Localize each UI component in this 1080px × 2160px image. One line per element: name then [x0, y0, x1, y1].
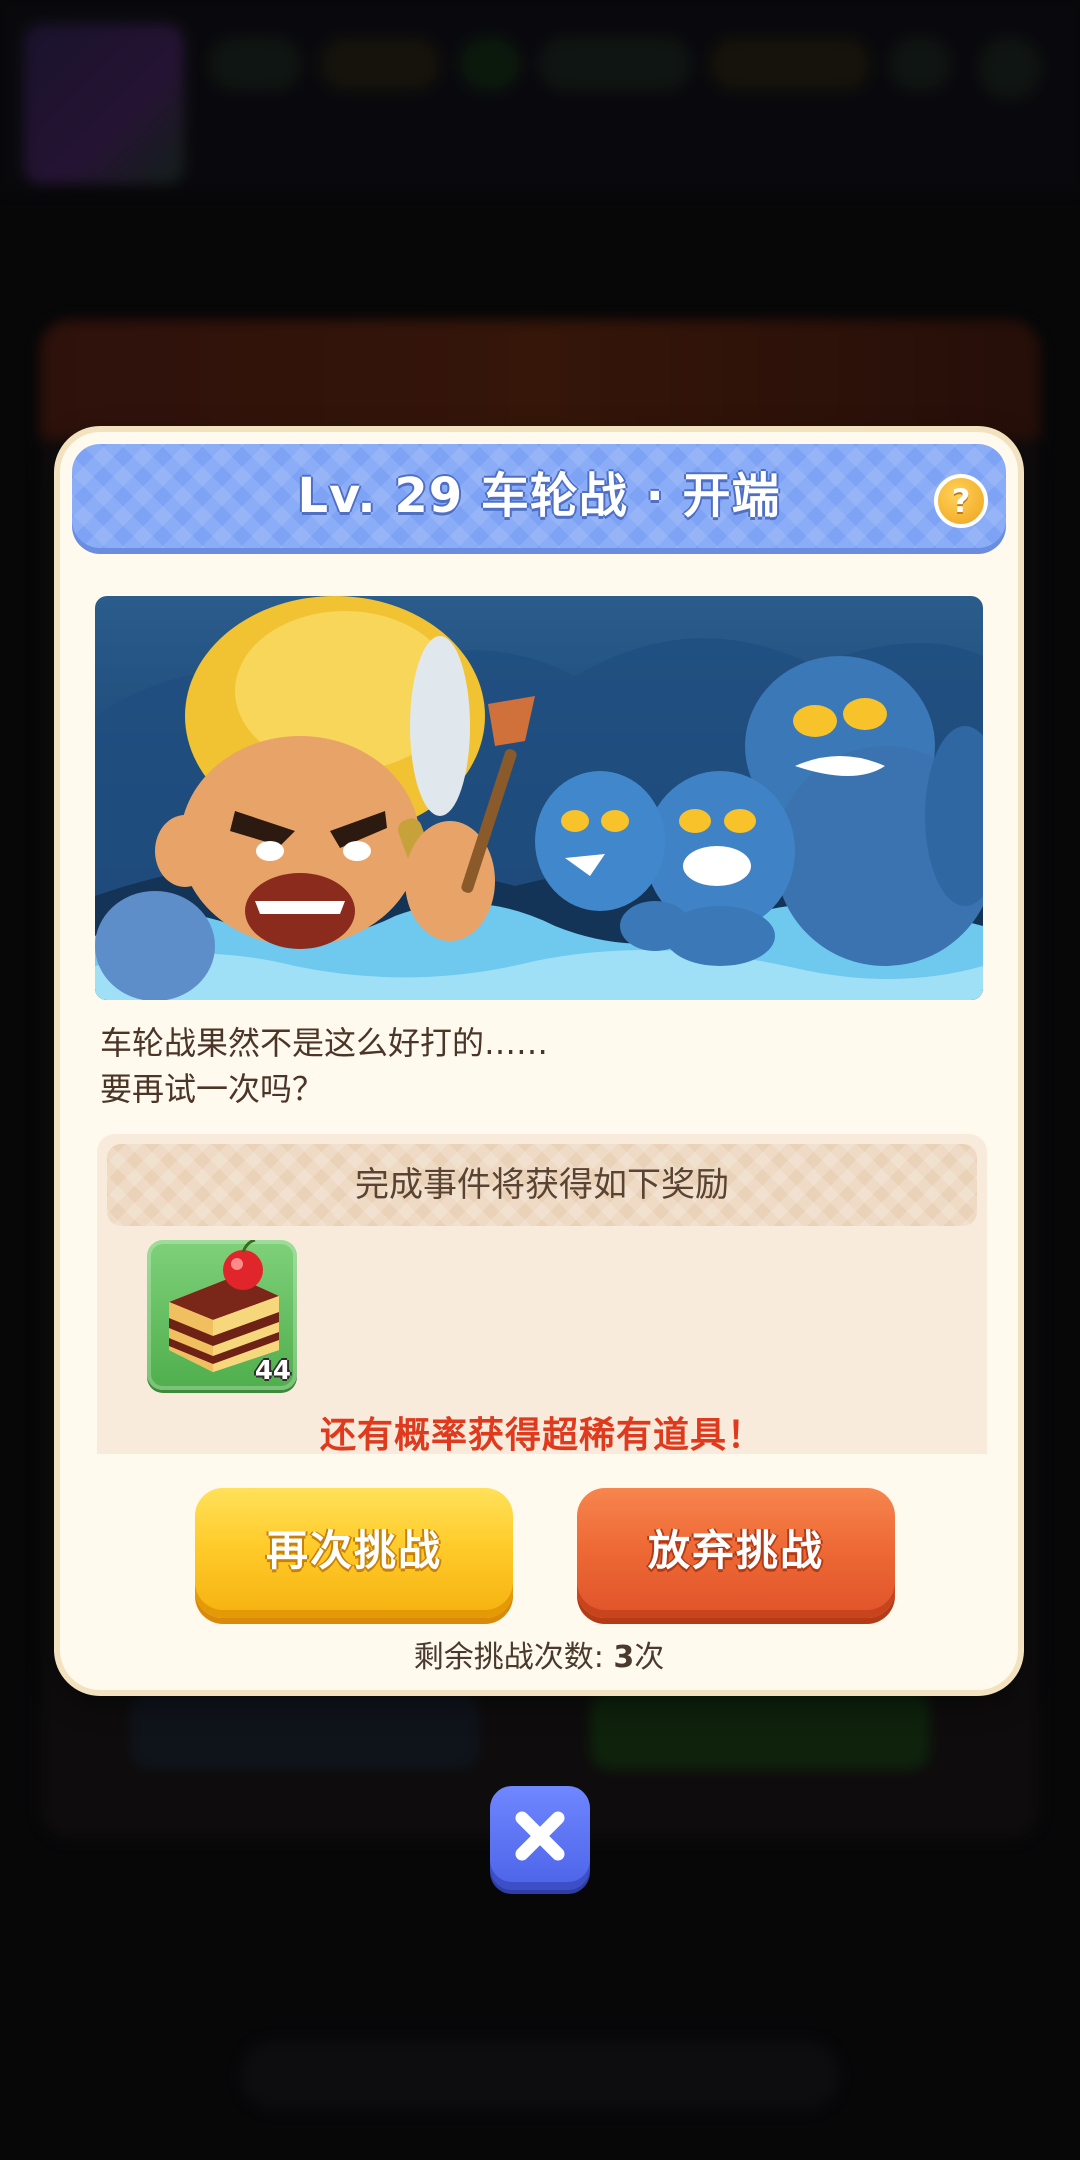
retry-challenge-button[interactable]: 再次挑战 [195, 1488, 513, 1618]
close-x-icon [515, 1811, 565, 1861]
rare-item-note: 还有概率获得超稀有道具！ [319, 1415, 764, 1456]
event-banner-image [95, 596, 983, 1000]
give-up-challenge-button[interactable]: 放弃挑战 [577, 1488, 895, 1618]
story-text: 车轮战果然不是这么好打的…… 要再试一次吗？ [100, 1020, 970, 1112]
reward-heading: 完成事件将获得如下奖励 [107, 1144, 977, 1226]
remaining-count: 3 [613, 1640, 635, 1675]
dialog-title: Lv. 29 车轮战 · 开端 [297, 468, 781, 524]
reward-item-slot[interactable]: 44 [147, 1240, 297, 1390]
dialog-header: Lv. 29 车轮战 · 开端 ? [72, 444, 1006, 554]
remaining-unit: 次 [634, 1640, 665, 1675]
retry-challenge-dialog: Lv. 29 车轮战 · 开端 ? 车轮战果然不是这么好打的…… 要再试一次吗？… [60, 432, 1018, 1690]
story-line: 要再试一次吗？ [100, 1070, 325, 1108]
remaining-attempts: 剩余挑战次数: 3次 [60, 1632, 1018, 1676]
question-mark-icon[interactable]: ? [934, 474, 988, 528]
close-button[interactable] [490, 1786, 590, 1890]
reward-panel: 完成事件将获得如下奖励 44 还有概率获得超稀有道具！ [97, 1134, 987, 1456]
remaining-label: 剩余挑战次数: [413, 1640, 604, 1675]
reward-item-count: 44 [254, 1356, 291, 1386]
battle-scene-illustration [95, 596, 983, 1000]
story-line: 车轮战果然不是这么好打的…… [100, 1024, 549, 1062]
